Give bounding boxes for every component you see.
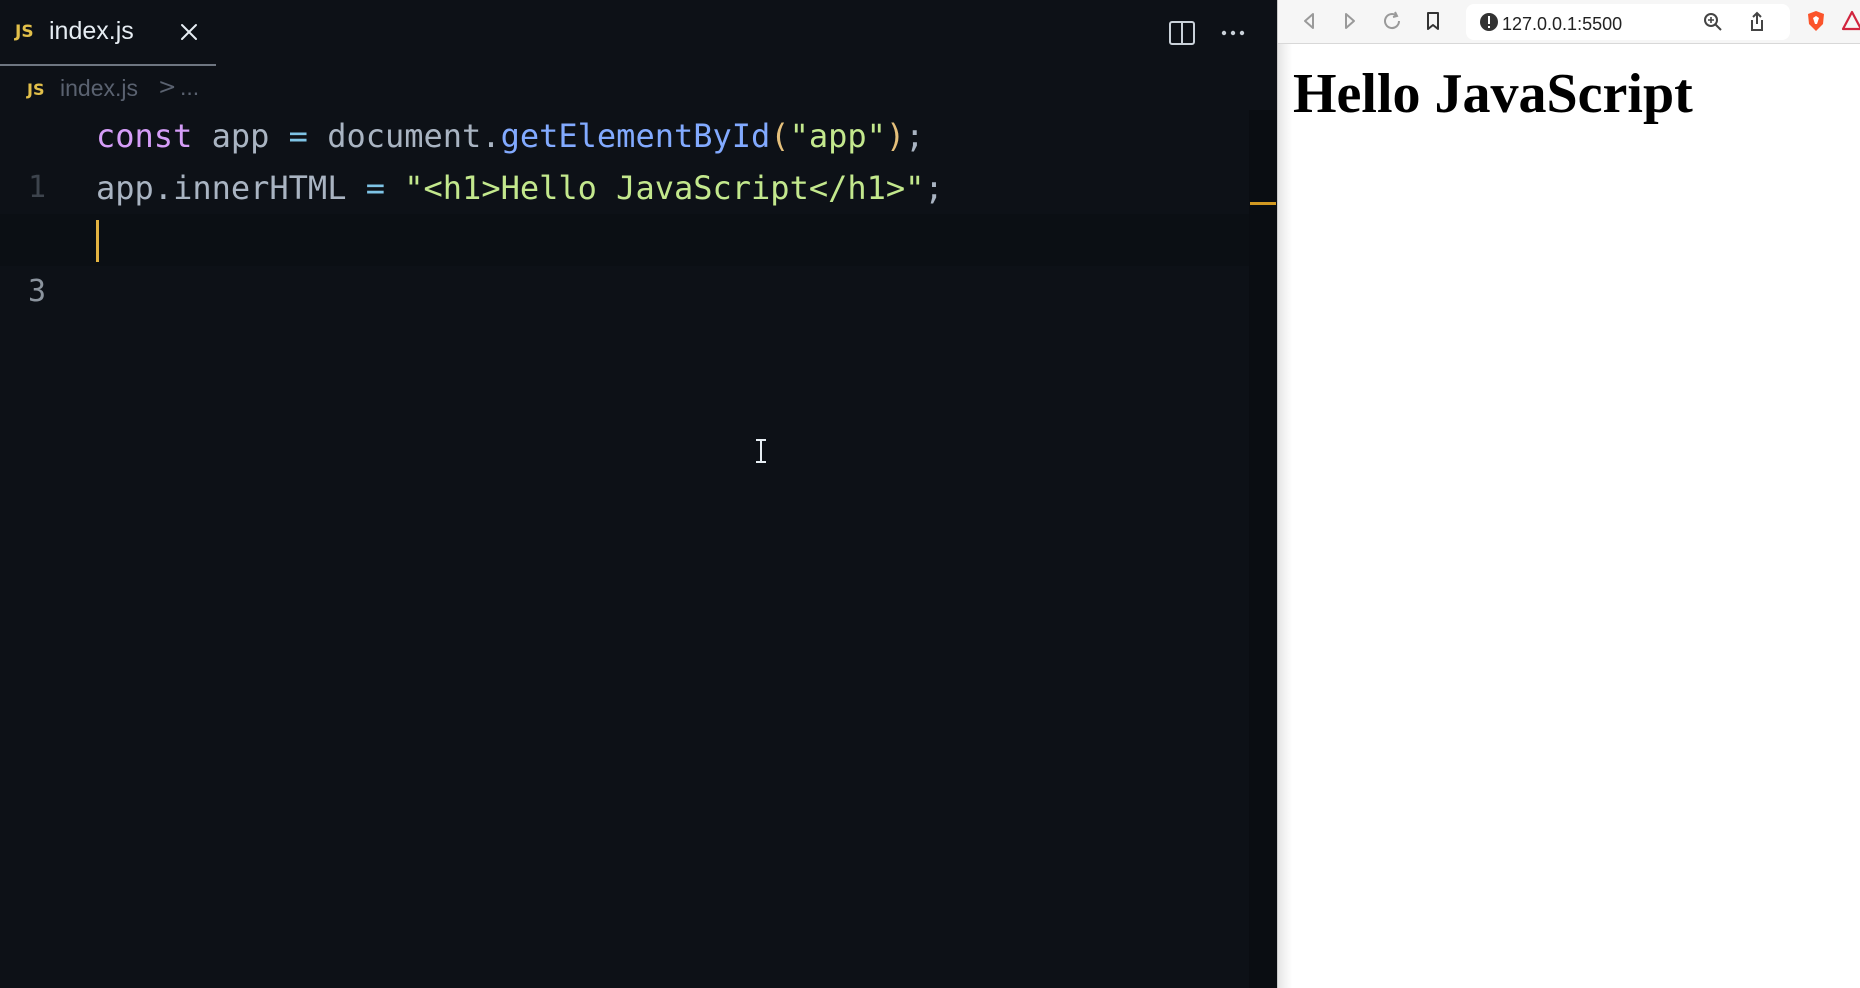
share-icon[interactable]: [1746, 11, 1768, 33]
paren-token: ): [885, 117, 906, 155]
identifier-token: app: [96, 169, 154, 207]
minimap-highlight: [1250, 202, 1276, 205]
semicolon-token: ;: [905, 117, 925, 155]
url-text: 127.0.0.1:5500: [1502, 14, 1623, 34]
operator-token: =: [288, 117, 308, 155]
page-heading: Hello JavaScript: [1293, 63, 1693, 125]
property-token: innerHTML: [173, 169, 347, 207]
pane-edge-shadow: [1278, 44, 1292, 988]
forward-icon[interactable]: [1339, 10, 1361, 32]
code-line[interactable]: 1 const app = document.getElementById("a…: [0, 110, 1250, 205]
address-bar[interactable]: 127.0.0.1:5500: [1466, 4, 1790, 40]
operator-token: =: [365, 169, 385, 207]
keyword-token: const: [96, 117, 193, 155]
code-text: const app = document.getElementById("app…: [96, 110, 924, 162]
browser-window: 127.0.0.1:5500 Hello JavaScript: [1277, 0, 1860, 988]
zoom-icon[interactable]: [1702, 11, 1724, 33]
back-icon[interactable]: [1298, 10, 1320, 32]
tab-index-js[interactable]: JS index.js: [0, 0, 216, 66]
close-icon[interactable]: [177, 20, 201, 44]
code-editor: JS index.js JS index.js > ... 1 const ap…: [0, 0, 1277, 988]
dot-token: .: [481, 117, 501, 155]
breadcrumb: JS index.js > ...: [0, 72, 600, 104]
text-cursor-icon: [754, 438, 768, 464]
line-number: 3: [27, 274, 46, 309]
reload-icon[interactable]: [1381, 10, 1403, 32]
semicolon-token: ;: [924, 169, 944, 207]
browser-toolbar: 127.0.0.1:5500: [1278, 0, 1860, 44]
brave-shield-icon[interactable]: [1805, 10, 1827, 32]
web-page: Hello JavaScript: [1278, 44, 1860, 988]
brave-rewards-icon[interactable]: [1841, 10, 1860, 32]
site-info-icon[interactable]: [1478, 11, 1500, 33]
paren-token: (: [770, 117, 790, 155]
code-line-current[interactable]: 3: [0, 214, 1250, 309]
string-token: "app": [789, 117, 886, 155]
chevron-right-icon: >: [158, 75, 177, 100]
identifier-token: app: [211, 117, 270, 155]
tab-label: index.js: [49, 17, 134, 45]
js-file-icon: JS: [15, 22, 34, 42]
screen: JS index.js JS index.js > ... 1 const ap…: [0, 0, 1860, 988]
minimap[interactable]: [1249, 110, 1277, 988]
function-token: getElementById: [500, 117, 771, 155]
code-area[interactable]: 1 const app = document.getElementById("a…: [0, 110, 1250, 309]
more-actions-icon[interactable]: [1218, 18, 1248, 48]
code-text: app.innerHTML = "<h1>Hello JavaScript</h…: [96, 162, 944, 214]
breadcrumb-symbols[interactable]: ...: [180, 74, 199, 101]
dot-token: .: [153, 169, 174, 207]
identifier-token: document: [327, 117, 482, 155]
js-file-icon: JS: [27, 80, 45, 99]
breadcrumb-file[interactable]: index.js: [60, 75, 138, 102]
string-token: "<h1>Hello JavaScript</h1>": [404, 169, 925, 207]
editor-tab-bar: JS index.js: [0, 0, 1277, 66]
text-caret: [96, 220, 99, 262]
split-editor-icon[interactable]: [1167, 18, 1197, 48]
code-line[interactable]: 2 app.innerHTML = "<h1>Hello JavaScript<…: [0, 162, 1250, 257]
bookmark-icon[interactable]: [1422, 10, 1444, 32]
